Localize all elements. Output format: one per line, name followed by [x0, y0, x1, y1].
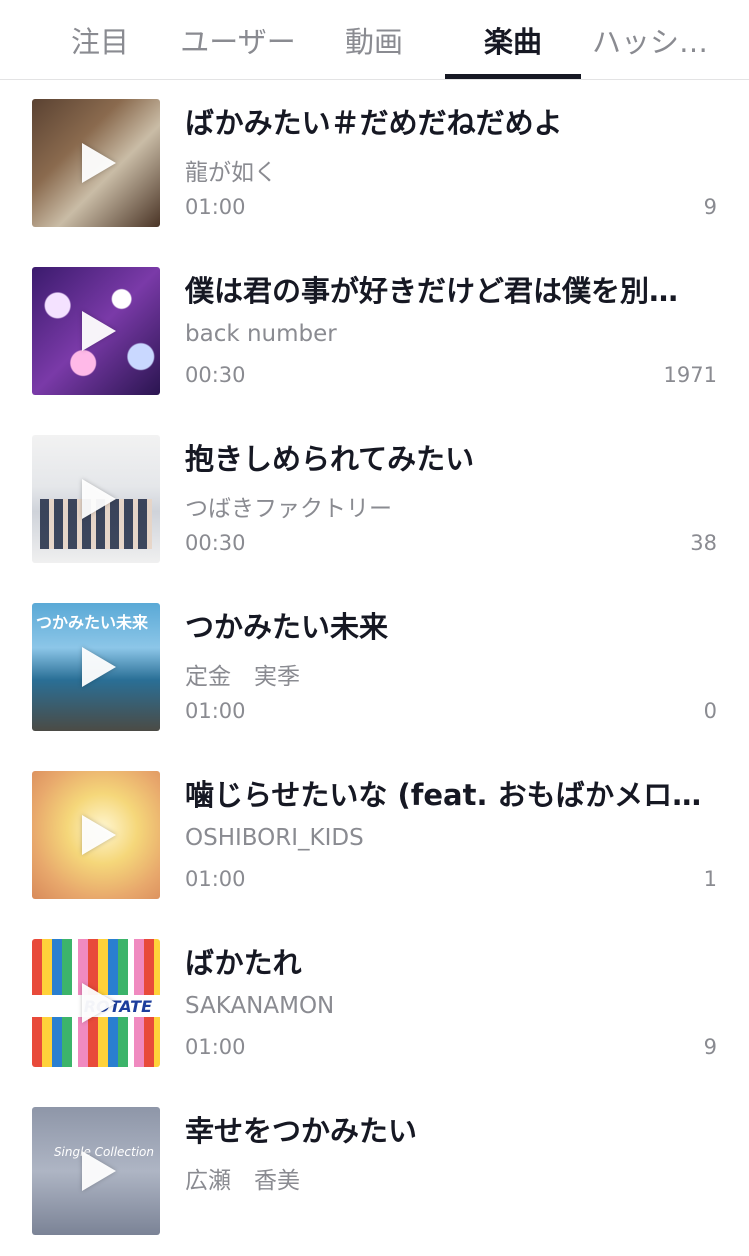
- video-count: 9: [703, 195, 717, 219]
- artist-name: 広瀬 香美: [185, 1168, 300, 1194]
- song-row[interactable]: Single Collection 幸せをつかみたい 広瀬 香美: [0, 1088, 749, 1256]
- cover-caption: つかみたい未来: [36, 613, 149, 632]
- video-count: 1971: [663, 363, 717, 387]
- tab-videos[interactable]: 動画: [336, 0, 412, 80]
- video-count: 0: [703, 699, 717, 723]
- song-title: 幸せをつかみたい: [185, 1114, 418, 1148]
- play-icon[interactable]: [82, 983, 116, 1023]
- song-duration: 01:00: [185, 195, 246, 219]
- album-cover[interactable]: Single Collection: [32, 1107, 160, 1235]
- play-icon[interactable]: [82, 311, 116, 351]
- play-icon[interactable]: [82, 647, 116, 687]
- song-row[interactable]: ROTATE ばかたれ SAKANAMON 01:00 9: [0, 920, 749, 1088]
- song-duration: 01:00: [185, 867, 246, 891]
- tab-songs[interactable]: 楽曲: [445, 0, 581, 80]
- artist-name: 定金 実季: [185, 664, 300, 690]
- song-title: つかみたい未来: [185, 610, 389, 644]
- video-count: 38: [690, 531, 717, 555]
- song-row[interactable]: ばかみたい＃だめだねだめよ 龍が如く 01:00 9: [0, 80, 749, 248]
- song-row[interactable]: 噛じらせたいな (feat. おもばかメロデ… OSHIBORI_KIDS 01…: [0, 752, 749, 920]
- song-duration: 00:30: [185, 363, 246, 387]
- video-count: 9: [703, 1035, 717, 1059]
- play-icon[interactable]: [82, 815, 116, 855]
- play-icon[interactable]: [82, 143, 116, 183]
- song-duration: 01:00: [185, 699, 246, 723]
- artist-name: OSHIBORI_KIDS: [185, 825, 364, 851]
- song-title: ばかたれ: [185, 946, 302, 980]
- song-title: ばかみたい＃だめだねだめよ: [185, 106, 563, 140]
- video-count: 1: [703, 867, 717, 891]
- play-icon[interactable]: [82, 1151, 116, 1191]
- song-duration: 00:30: [185, 531, 246, 555]
- album-cover[interactable]: [32, 267, 160, 395]
- album-cover[interactable]: ROTATE: [32, 939, 160, 1067]
- artist-name: SAKANAMON: [185, 993, 335, 1019]
- song-title: 僕は君の事が好きだけど君は僕を別…: [185, 274, 679, 308]
- album-cover[interactable]: [32, 771, 160, 899]
- song-row[interactable]: 僕は君の事が好きだけど君は僕を別… back number 00:30 1971: [0, 248, 749, 416]
- song-title: 抱きしめられてみたい: [185, 442, 475, 476]
- artist-name: つばきファクトリー: [185, 496, 392, 522]
- active-tab-indicator: [445, 74, 581, 79]
- song-row[interactable]: つかみたい未来 つかみたい未来 定金 実季 01:00 0: [0, 584, 749, 752]
- album-cover[interactable]: つかみたい未来: [32, 603, 160, 731]
- artist-name: 龍が如く: [185, 160, 277, 186]
- song-duration: 01:00: [185, 1035, 246, 1059]
- song-title: 噛じらせたいな (feat. おもばかメロデ…: [185, 778, 715, 812]
- play-icon[interactable]: [82, 479, 116, 519]
- album-cover[interactable]: [32, 99, 160, 227]
- tab-featured[interactable]: 注目: [62, 0, 138, 80]
- song-row[interactable]: 抱きしめられてみたい つばきファクトリー 00:30 38: [0, 416, 749, 584]
- artist-name: back number: [185, 321, 337, 347]
- tab-hashtags[interactable]: ハッシ…: [585, 0, 715, 80]
- album-cover[interactable]: [32, 435, 160, 563]
- tab-users[interactable]: ユーザー: [172, 0, 304, 80]
- tab-bar: 注目 ユーザー 動画 楽曲 ハッシ…: [0, 0, 749, 80]
